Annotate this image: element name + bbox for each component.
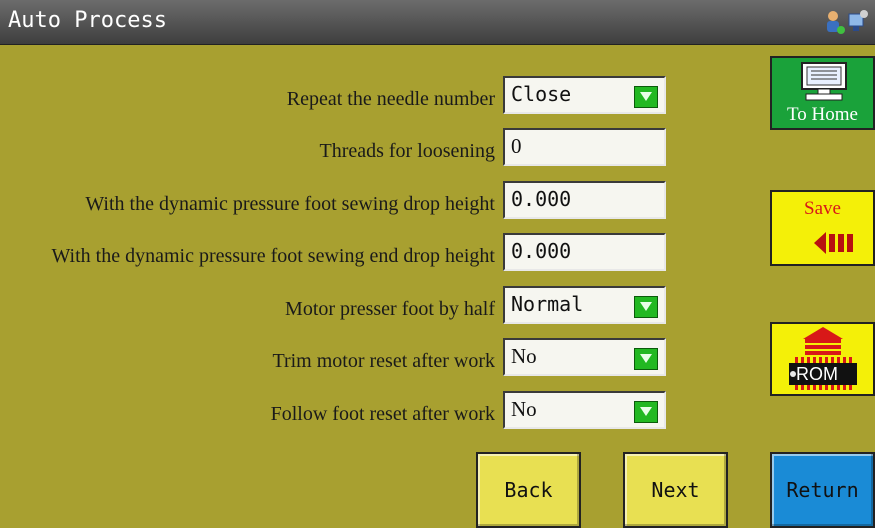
motor-presser-foot-value: Normal (511, 292, 584, 316)
follow-foot-reset-select[interactable]: No (503, 391, 666, 429)
end-drop-height-value: 0.000 (511, 239, 572, 263)
threads-loosening-input[interactable]: 0 (503, 128, 666, 166)
status-icons (827, 10, 868, 34)
rom-button[interactable]: ROM (770, 322, 875, 396)
rom-label: ROM (796, 364, 838, 384)
setting-label-repeat-needle: Repeat the needle number (286, 88, 495, 110)
save-arrow-icon (814, 232, 853, 254)
user-icon (827, 11, 845, 34)
to-home-label: To Home (787, 104, 858, 125)
next-button[interactable]: Next (623, 452, 728, 528)
threads-loosening-value: 0 (511, 134, 522, 158)
setting-label-follow-foot-reset: Follow foot reset after work (270, 403, 495, 425)
trim-motor-reset-value: No (511, 344, 537, 368)
trim-motor-reset-select[interactable]: No (503, 338, 666, 376)
save-button[interactable]: Save (770, 190, 875, 266)
setting-label-trim-motor-reset: Trim motor reset after work (272, 350, 495, 372)
next-label: Next (651, 478, 700, 502)
dropdown-arrow-icon[interactable] (634, 401, 658, 423)
setting-label-end-drop-height: With the dynamic pressure foot sewing en… (51, 245, 495, 267)
dropdown-arrow-icon[interactable] (634, 348, 658, 370)
dropdown-arrow-icon[interactable] (634, 86, 658, 108)
setting-label-threads-loosening: Threads for loosening (319, 140, 495, 162)
monitor-icon (801, 62, 847, 101)
network-icon (848, 10, 868, 31)
repeat-needle-value: Close (511, 82, 572, 106)
drop-height-value: 0.000 (511, 187, 572, 211)
end-drop-height-input[interactable]: 0.000 (503, 233, 666, 271)
follow-foot-reset-value: No (511, 397, 537, 421)
return-button[interactable]: Return (770, 452, 875, 528)
motor-presser-foot-select[interactable]: Normal (503, 286, 666, 324)
to-home-button[interactable]: To Home (770, 56, 875, 130)
setting-label-motor-presser-foot: Motor presser foot by half (285, 298, 495, 320)
dropdown-arrow-icon[interactable] (634, 296, 658, 318)
return-label: Return (786, 478, 859, 502)
setting-label-drop-height: With the dynamic pressure foot sewing dr… (85, 193, 495, 215)
back-button[interactable]: Back (476, 452, 581, 528)
drop-height-input[interactable]: 0.000 (503, 181, 666, 219)
back-label: Back (504, 478, 553, 502)
window-title: Auto Process (8, 8, 167, 33)
repeat-needle-select[interactable]: Close (503, 76, 666, 114)
save-label: Save (804, 198, 841, 219)
title-bar: Auto Process (0, 0, 875, 45)
